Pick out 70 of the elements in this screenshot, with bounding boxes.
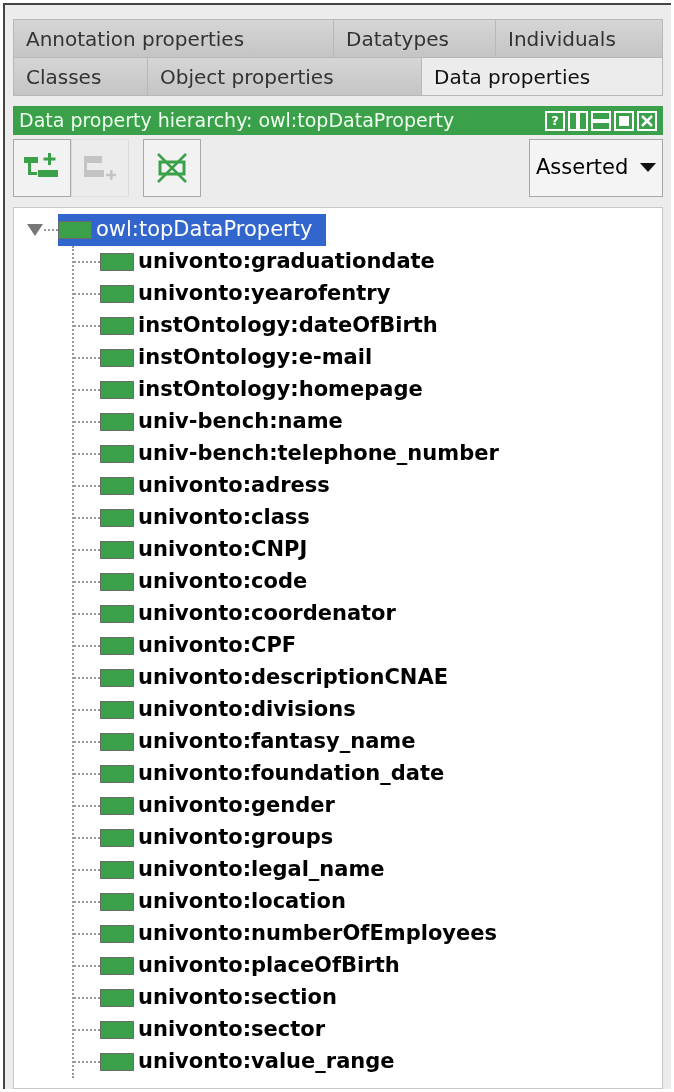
property-icon <box>100 925 134 943</box>
tree-item[interactable]: instOntology:e-mail <box>136 342 375 374</box>
view-title: Data property hierarchy: owl:topDataProperty <box>19 108 456 134</box>
tree-item[interactable]: instOntology:dateOfBirth <box>136 310 440 342</box>
property-icon <box>100 893 134 911</box>
tree-item[interactable]: univonto:yearofentry <box>136 278 393 310</box>
property-icon <box>100 957 134 975</box>
tree-item[interactable]: univonto:code <box>136 566 310 598</box>
property-icon <box>100 989 134 1007</box>
tree-item[interactable]: univ-bench:telephone_number <box>136 438 501 470</box>
property-icon <box>100 1053 134 1071</box>
tab[interactable]: Individuals <box>496 20 663 58</box>
toolbar-button[interactable] <box>143 139 201 198</box>
tree-item[interactable]: univonto:value_range <box>136 1046 397 1078</box>
mode-dropdown[interactable]: Asserted <box>529 139 663 198</box>
property-icon <box>100 669 134 687</box>
property-icon <box>100 861 134 879</box>
property-icon <box>100 381 134 399</box>
property-icon <box>100 1021 134 1039</box>
toolbar-button[interactable] <box>13 139 71 198</box>
tree-item[interactable]: univonto:class <box>136 502 312 534</box>
property-icon <box>100 445 134 463</box>
property-icon <box>100 573 134 591</box>
tree-item[interactable]: univonto:CNPJ <box>136 534 310 566</box>
tree-item[interactable]: instOntology:homepage <box>136 374 425 406</box>
dropdown-caret-icon <box>640 163 656 174</box>
property-icon <box>100 733 134 751</box>
split-horizontal-icon[interactable] <box>591 110 611 131</box>
tab[interactable]: Annotation properties <box>14 20 334 58</box>
tab[interactable]: Data properties <box>422 58 663 96</box>
property-icon <box>100 797 134 815</box>
tab[interactable]: Object properties <box>148 58 422 96</box>
property-icon <box>100 477 134 495</box>
maximize-icon[interactable] <box>614 110 634 131</box>
property-icon <box>100 701 134 719</box>
expand-triangle-icon[interactable] <box>26 223 44 237</box>
tree-item[interactable]: univonto:foundation_date <box>136 758 447 790</box>
tree-item[interactable]: univonto:location <box>136 886 348 918</box>
tree-item[interactable]: univonto:divisions <box>136 694 358 726</box>
tree-item[interactable]: univonto:descriptionCNAE <box>136 662 451 694</box>
tree-item[interactable]: univonto:graduationdate <box>136 246 437 278</box>
property-icon <box>100 509 134 527</box>
tree-item[interactable]: univonto:adress <box>136 470 332 502</box>
property-icon <box>100 765 134 783</box>
tree-item[interactable]: univonto:fantasy_name <box>136 726 418 758</box>
tree-item[interactable]: univonto:groups <box>136 822 336 854</box>
tab[interactable]: Classes <box>14 58 148 96</box>
tree-item[interactable]: univonto:sector <box>136 1014 328 1046</box>
property-icon <box>100 829 134 847</box>
tree-item[interactable]: owl:topDataProperty <box>58 214 327 246</box>
tree-item[interactable]: univ-bench:name <box>136 406 345 438</box>
tab[interactable]: Datatypes <box>334 20 496 58</box>
property-icon <box>100 605 134 623</box>
property-icon <box>100 349 134 367</box>
property-icon <box>100 637 134 655</box>
split-vertical-icon[interactable] <box>568 110 588 131</box>
tree-item[interactable]: univonto:legal_name <box>136 854 387 886</box>
property-icon <box>58 221 92 239</box>
tree-item[interactable]: univonto:numberOfEmployees <box>136 918 499 950</box>
property-icon <box>100 317 134 335</box>
tree-item[interactable]: univonto:CPF <box>136 630 299 662</box>
property-icon <box>100 253 134 271</box>
property-icon <box>100 285 134 303</box>
tree-item[interactable]: univonto:section <box>136 982 339 1014</box>
close-icon[interactable] <box>637 110 657 131</box>
tree-item[interactable]: univonto:placeOfBirth <box>136 950 402 982</box>
tree-item[interactable]: univonto:gender <box>136 790 337 822</box>
property-icon <box>100 541 134 559</box>
tree-item[interactable]: univonto:coordenator <box>136 598 398 630</box>
property-icon <box>100 413 134 431</box>
